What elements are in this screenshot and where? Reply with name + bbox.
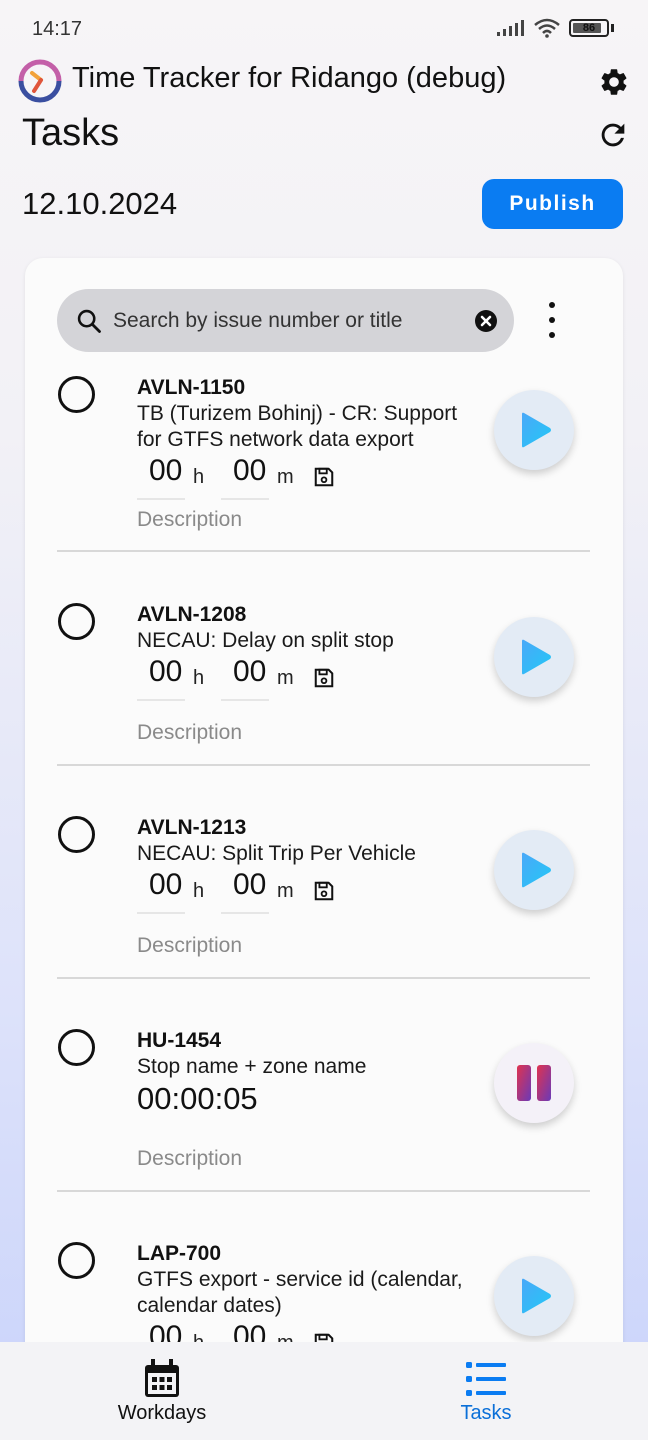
minutes-field[interactable]: 00: [221, 454, 269, 500]
hours-field[interactable]: 00: [137, 868, 185, 914]
task-id: AVLN-1213: [137, 816, 247, 839]
selected-date: 12.10.2024: [22, 186, 178, 221]
hours-unit: h: [193, 880, 205, 902]
task-divider: [57, 764, 590, 766]
task-title: NECAU: Split Trip Per Vehicle: [137, 842, 416, 865]
play-icon: [522, 852, 551, 888]
cellular-signal-icon: [497, 20, 524, 36]
task-divider: [57, 977, 590, 979]
search-input[interactable]: [113, 289, 453, 352]
task-complete-radio[interactable]: [58, 1242, 95, 1279]
minutes-field[interactable]: 00: [221, 868, 269, 914]
save-icon[interactable]: [313, 466, 335, 488]
pause-timer-button[interactable]: [494, 1043, 574, 1123]
running-timer: 00:00:05: [137, 1081, 258, 1116]
save-icon[interactable]: [313, 880, 335, 902]
task-title: GTFS export - service id (calendar, cale…: [137, 1268, 463, 1317]
task-item: HU-1454 Stop name + zone name 00:00:05: [25, 1021, 623, 1191]
nav-workdays[interactable]: Workdays: [62, 1342, 262, 1440]
status-icons: 86: [497, 18, 614, 38]
minutes-field[interactable]: 00: [221, 655, 269, 701]
publish-button[interactable]: Publish: [482, 179, 623, 229]
calendar-icon: [145, 1359, 179, 1397]
task-id: HU-1454: [137, 1029, 222, 1052]
task-item: AVLN-1208 NECAU: Delay on split stop 00 …: [25, 595, 623, 765]
save-icon[interactable]: [313, 667, 335, 689]
description-input[interactable]: [137, 508, 437, 532]
task-id: AVLN-1208: [137, 603, 247, 626]
refresh-icon[interactable]: [596, 118, 630, 152]
nav-tasks[interactable]: Tasks: [386, 1342, 586, 1440]
description-input[interactable]: [137, 934, 437, 958]
task-complete-radio[interactable]: [58, 1029, 95, 1066]
status-bar: 14:17 86: [0, 0, 648, 56]
bottom-navigation: Workdays Tasks: [0, 1342, 648, 1440]
play-icon: [522, 639, 551, 675]
pause-icon: [517, 1065, 551, 1101]
search-bar: [57, 289, 514, 352]
play-icon: [522, 412, 551, 448]
page-title: Tasks: [22, 112, 120, 154]
task-complete-radio[interactable]: [58, 816, 95, 853]
hours-unit: h: [193, 667, 205, 689]
start-timer-button[interactable]: [494, 830, 574, 910]
hours-field[interactable]: 00: [137, 655, 185, 701]
play-icon: [522, 1278, 551, 1314]
description-input[interactable]: [137, 1147, 437, 1171]
time-entry: 00 h 00 m: [137, 655, 377, 705]
start-timer-button[interactable]: [494, 617, 574, 697]
start-timer-button[interactable]: [494, 390, 574, 470]
minutes-unit: m: [277, 880, 294, 902]
app-bar: Time Tracker for Ridango (debug): [0, 56, 648, 106]
task-divider: [57, 550, 590, 552]
app-title: Time Tracker for Ridango (debug): [72, 62, 507, 94]
wifi-icon: [534, 18, 560, 38]
time-entry: 00 h 00 m: [137, 868, 377, 918]
status-time: 14:17: [32, 18, 83, 40]
task-title: NECAU: Delay on split stop: [137, 629, 394, 652]
task-id: LAP-700: [137, 1242, 222, 1265]
settings-gear-icon[interactable]: [598, 66, 630, 98]
tasks-card: AVLN-1150 TB (Turizem Bohinj) - CR: Supp…: [25, 258, 623, 1378]
battery-percent: 86: [582, 22, 596, 34]
task-item: AVLN-1150 TB (Turizem Bohinj) - CR: Supp…: [25, 368, 623, 552]
search-icon: [77, 309, 101, 333]
task-divider: [57, 1190, 590, 1192]
list-icon: [466, 1362, 506, 1396]
minutes-unit: m: [277, 667, 294, 689]
app-logo-icon: [18, 59, 62, 103]
minutes-unit: m: [277, 466, 294, 488]
nav-label: Tasks: [460, 1402, 512, 1424]
nav-label: Workdays: [117, 1402, 207, 1424]
task-id: AVLN-1150: [137, 376, 246, 399]
start-timer-button[interactable]: [494, 1256, 574, 1336]
hours-unit: h: [193, 466, 205, 488]
task-complete-radio[interactable]: [58, 376, 95, 413]
task-item: AVLN-1213 NECAU: Split Trip Per Vehicle …: [25, 808, 623, 978]
task-complete-radio[interactable]: [58, 603, 95, 640]
task-title: Stop name + zone name: [137, 1055, 367, 1078]
battery-icon: 86: [569, 19, 609, 37]
time-entry: 00 h 00 m: [137, 454, 377, 504]
task-title: TB (Turizem Bohinj) - CR: Support for GT…: [137, 402, 458, 451]
description-input[interactable]: [137, 721, 437, 745]
hours-field[interactable]: 00: [137, 454, 185, 500]
clear-search-icon[interactable]: [474, 309, 498, 333]
battery-tip: [611, 24, 614, 32]
more-options-icon[interactable]: [540, 302, 564, 338]
